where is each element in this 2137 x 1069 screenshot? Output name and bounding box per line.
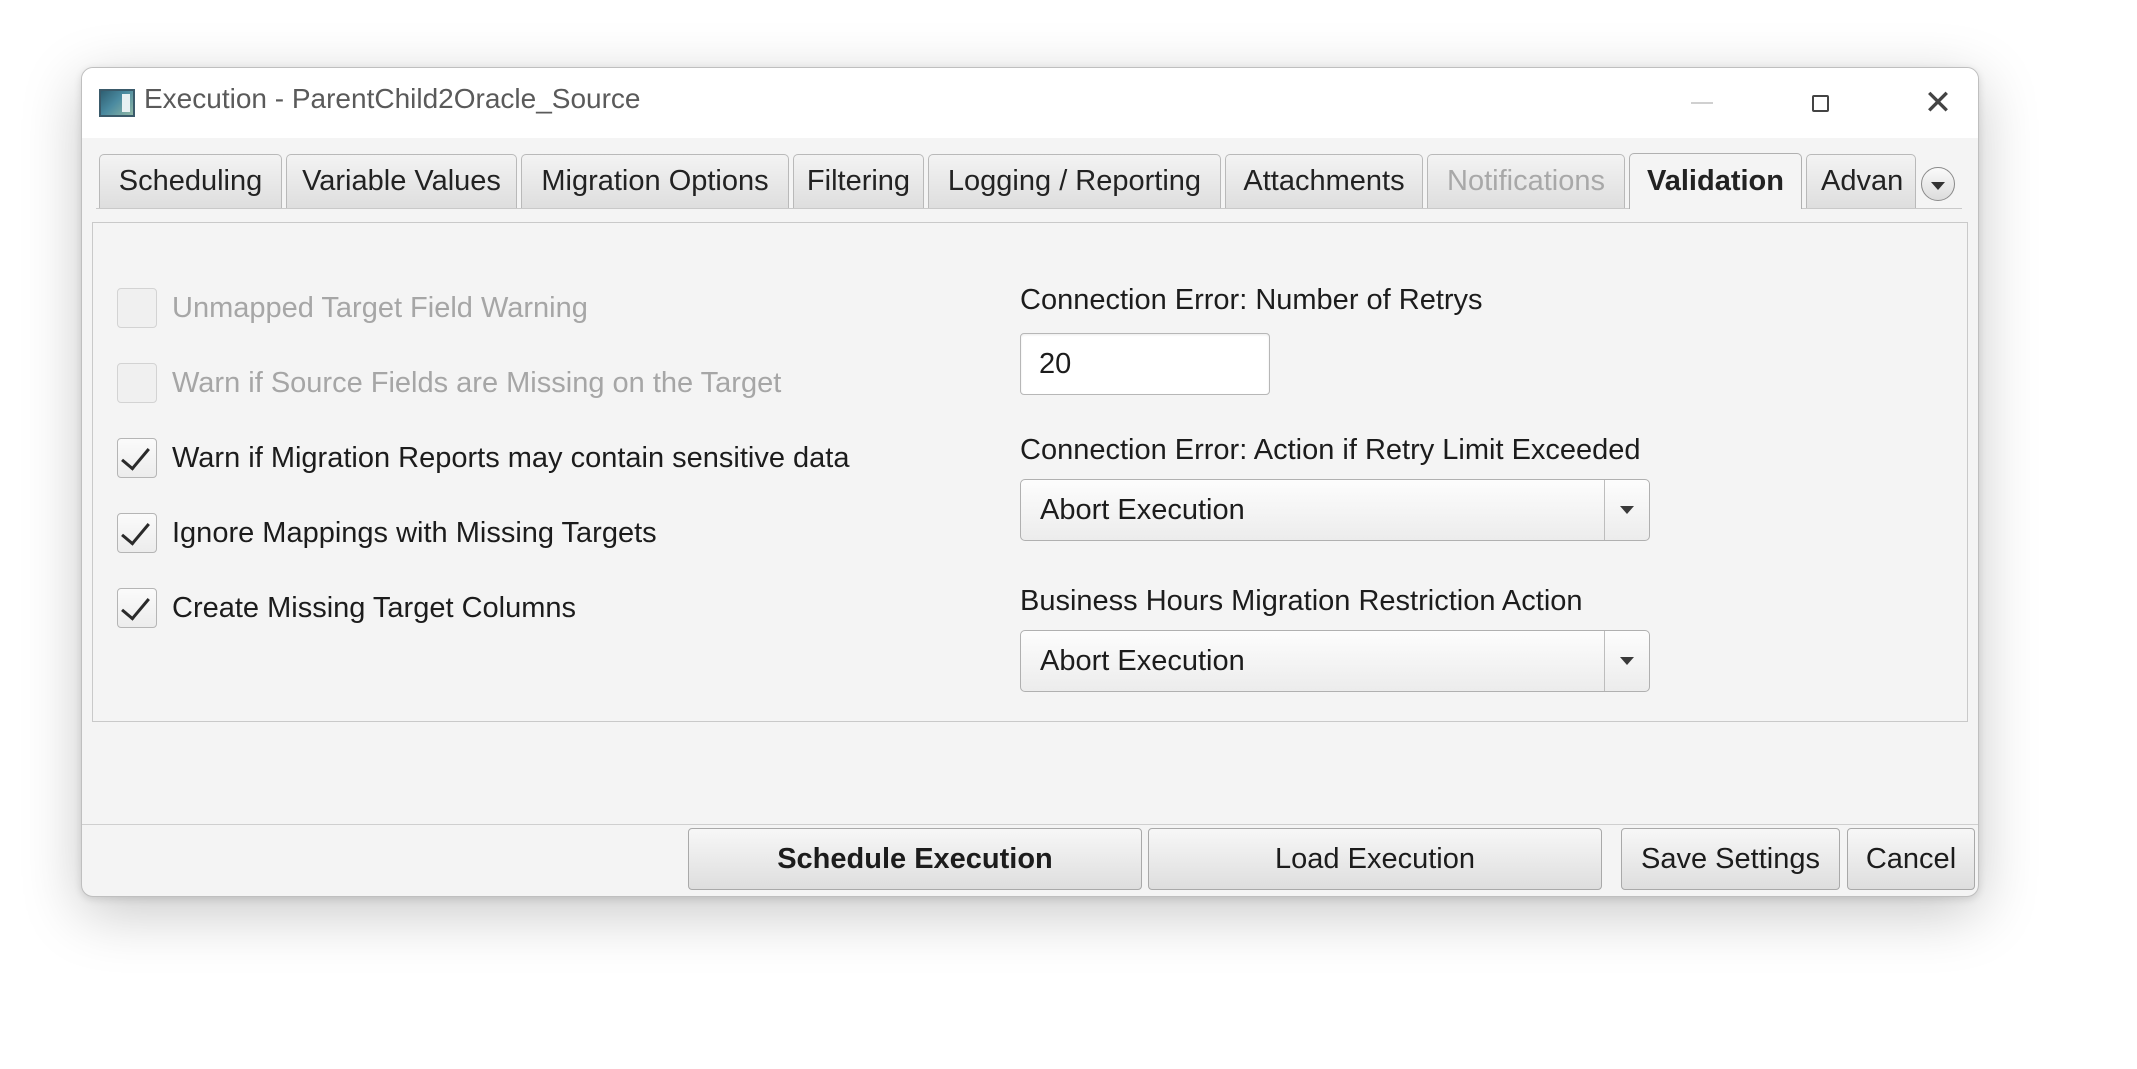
tab-overflow-button[interactable]: [1921, 167, 1955, 201]
retry-action-label: Connection Error: Action if Retry Limit …: [1020, 434, 1641, 466]
app-icon: [99, 89, 135, 117]
close-button[interactable]: ✕: [1879, 68, 1978, 138]
ignore-missing-targets-row[interactable]: Ignore Mappings with Missing Targets: [117, 512, 657, 554]
tab-attachments[interactable]: Attachments: [1225, 154, 1423, 208]
business-hours-action-select[interactable]: Abort Execution: [1020, 630, 1650, 692]
checkbox-label[interactable]: Create Missing Target Columns: [172, 592, 576, 625]
retry-count-input[interactable]: [1020, 333, 1270, 395]
checkmark-icon: [121, 515, 150, 546]
tab-advanced[interactable]: Advan: [1806, 154, 1916, 208]
unmapped-target-warning-checkbox: [117, 288, 157, 328]
warn-sensitive-data-row[interactable]: Warn if Migration Reports may contain se…: [117, 437, 850, 479]
retry-count-label: Connection Error: Number of Retrys: [1020, 284, 1483, 316]
tab-variable-values[interactable]: Variable Values: [286, 154, 517, 208]
dropdown-arrow[interactable]: [1604, 631, 1649, 691]
checkbox-label[interactable]: Warn if Migration Reports may contain se…: [172, 442, 850, 475]
footer-divider: [82, 824, 1978, 825]
save-settings-button[interactable]: Save Settings: [1621, 828, 1840, 890]
dropdown-arrow[interactable]: [1604, 480, 1649, 540]
checkbox-label[interactable]: Ignore Mappings with Missing Targets: [172, 517, 657, 550]
business-hours-action-label: Business Hours Migration Restriction Act…: [1020, 585, 1583, 617]
tab-notifications: Notifications: [1427, 154, 1625, 208]
chevron-down-icon: [1620, 506, 1634, 514]
create-missing-columns-checkbox[interactable]: [117, 588, 157, 628]
tab-migration-options[interactable]: Migration Options: [521, 154, 789, 208]
checkbox-label: Warn if Source Fields are Missing on the…: [172, 366, 782, 399]
close-icon: ✕: [1923, 84, 1953, 122]
select-value: Abort Execution: [1040, 644, 1245, 677]
schedule-execution-button[interactable]: Schedule Execution: [688, 828, 1142, 890]
unmapped-target-warning-row: Unmapped Target Field Warning: [117, 287, 588, 329]
execution-dialog: Execution - ParentChild2Oracle_Source ✕ …: [81, 67, 1979, 897]
create-missing-columns-row[interactable]: Create Missing Target Columns: [117, 587, 576, 629]
tab-scheduling[interactable]: Scheduling: [99, 154, 282, 208]
tab-validation[interactable]: Validation: [1629, 153, 1802, 209]
cancel-button[interactable]: Cancel: [1847, 828, 1975, 890]
chevron-down-icon: [1931, 181, 1945, 190]
warn-sensitive-data-checkbox[interactable]: [117, 438, 157, 478]
select-value: Abort Execution: [1040, 493, 1245, 526]
retry-action-select[interactable]: Abort Execution: [1020, 479, 1650, 541]
window-title: Execution - ParentChild2Oracle_Source: [144, 83, 641, 114]
maximize-icon: [1811, 94, 1829, 112]
load-execution-button[interactable]: Load Execution: [1148, 828, 1602, 890]
tab-logging-reporting[interactable]: Logging / Reporting: [928, 154, 1221, 208]
warn-missing-source-fields-row: Warn if Source Fields are Missing on the…: [117, 362, 781, 404]
ignore-missing-targets-checkbox[interactable]: [117, 513, 157, 553]
checkbox-label: Unmapped Target Field Warning: [172, 291, 588, 324]
validation-panel: Unmapped Target Field Warning Warn if So…: [92, 222, 1968, 722]
minimize-button: [1643, 68, 1761, 138]
title-bar[interactable]: Execution - ParentChild2Oracle_Source ✕: [82, 68, 1978, 138]
minimize-icon: [1691, 102, 1713, 104]
chevron-down-icon: [1620, 657, 1634, 665]
checkmark-icon: [121, 440, 150, 471]
maximize-button[interactable]: [1761, 68, 1879, 138]
checkmark-icon: [121, 590, 150, 621]
warn-missing-source-fields-checkbox: [117, 363, 157, 403]
tab-filtering[interactable]: Filtering: [793, 154, 924, 208]
